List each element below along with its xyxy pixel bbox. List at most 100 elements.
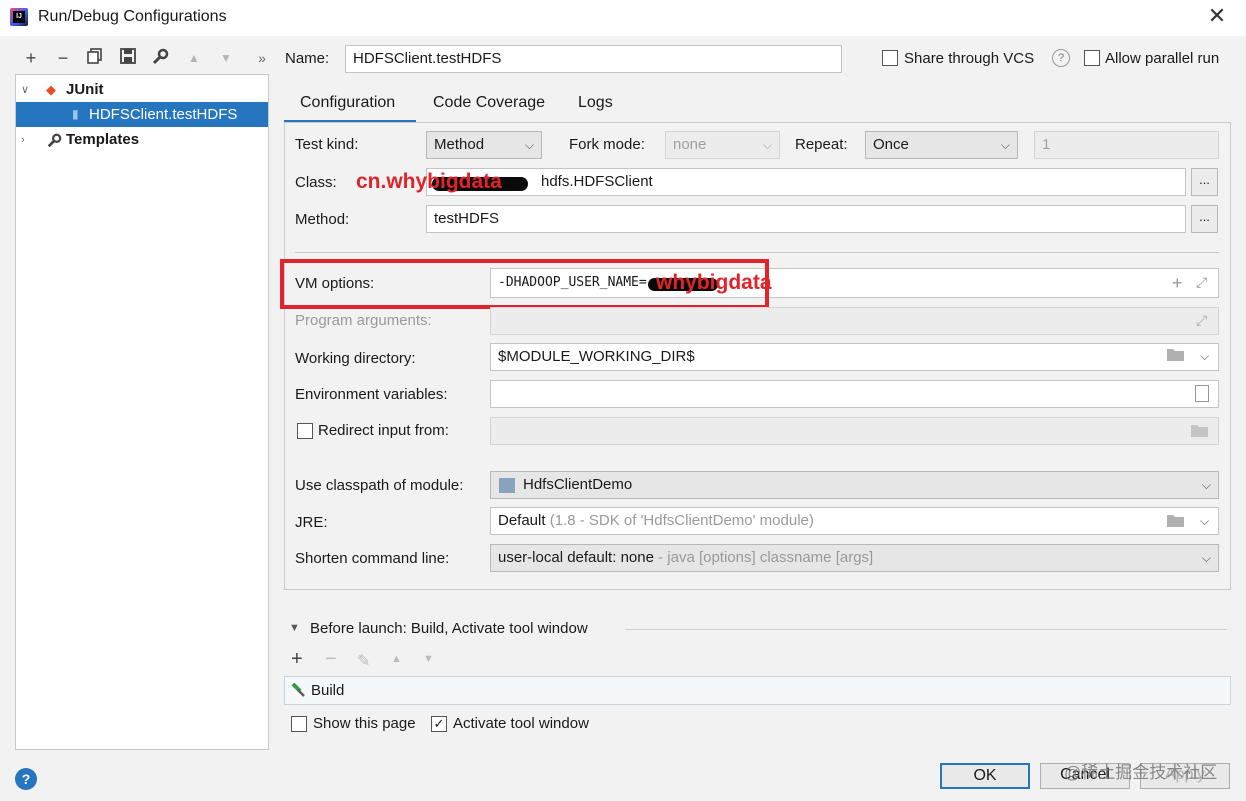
chevron-down-icon[interactable]: ⌵ (1200, 349, 1209, 364)
chevron-down-icon: ⌵ (524, 138, 534, 152)
repeat-select[interactable]: Once ⌵ (865, 131, 1018, 159)
test-kind-label: Test kind: (295, 136, 359, 153)
add-task-icon[interactable]: + (291, 648, 303, 671)
redirect-input-checkbox[interactable] (297, 423, 313, 439)
remove-task-icon[interactable]: − (325, 648, 337, 671)
move-down-icon[interactable]: ▼ (423, 653, 434, 665)
name-field[interactable]: HDFSClient.testHDFS (345, 45, 842, 73)
folder-icon[interactable] (1166, 513, 1185, 528)
share-vcs-checkbox[interactable] (882, 50, 898, 66)
intellij-app-icon: IJ (10, 8, 28, 26)
class-label: Class: (295, 174, 337, 191)
save-icon[interactable] (118, 48, 138, 68)
program-arguments-field[interactable] (490, 307, 1219, 335)
browse-class-button[interactable]: ... (1191, 168, 1218, 196)
tree-item-hdfsclient[interactable]: ▮ HDFSClient.testHDFS (16, 102, 268, 127)
hammer-icon (288, 681, 306, 699)
chevron-down-icon: ⌵ (1201, 478, 1211, 492)
tree-item-templates[interactable]: › Templates (16, 127, 268, 152)
edit-task-icon[interactable]: ✎ (357, 651, 370, 671)
folder-icon[interactable] (1190, 423, 1209, 438)
activate-tool-window-label: Activate tool window (453, 715, 589, 732)
tree-label-hdfsclient: HDFSClient.testHDFS (89, 106, 238, 123)
classpath-module-select[interactable]: HdfsClientDemo ⌵ (490, 471, 1219, 499)
allow-parallel-label: Allow parallel run (1105, 50, 1220, 67)
test-method-icon: ▮ (72, 107, 79, 121)
jre-field[interactable]: Default (1.8 - SDK of 'HdfsClientDemo' m… (490, 507, 1219, 535)
class-field[interactable]: hdfs.HDFSClient (426, 168, 1186, 196)
expand-icon[interactable]: ⤢ (1196, 274, 1207, 291)
tab-logs[interactable]: Logs (578, 94, 613, 112)
document-icon[interactable] (1195, 385, 1209, 402)
working-directory-field[interactable]: $MODULE_WORKING_DIR$ (490, 343, 1219, 371)
task-list[interactable] (284, 676, 1231, 705)
environment-variables-label: Environment variables: (295, 386, 448, 403)
before-launch-title: Before launch: Build, Activate tool wind… (310, 620, 588, 637)
redirect-input-label: Redirect input from: (318, 422, 449, 439)
wrench-icon (46, 132, 62, 157)
tab-configuration[interactable]: Configuration (300, 94, 395, 112)
shorten-command-select[interactable]: user-local default: none - java [options… (490, 544, 1219, 572)
module-value: HdfsClientDemo (523, 476, 633, 493)
chevron-down-icon[interactable]: ⌵ (1200, 514, 1209, 529)
test-kind-select[interactable]: Method ⌵ (426, 131, 542, 159)
watermark: @稀土掘金技术社区 (1064, 763, 1218, 782)
test-kind-value: Method (434, 136, 485, 153)
repeat-label: Repeat: (795, 136, 848, 153)
repeat-value: Once (873, 136, 909, 153)
shorten-value: user-local default: none (498, 549, 654, 566)
activate-tool-window-checkbox[interactable]: ✓ (431, 716, 447, 732)
jre-hint: (1.8 - SDK of 'HdfsClientDemo' module) (549, 512, 814, 529)
divider (625, 629, 1227, 630)
move-up-icon[interactable]: ▲ (391, 653, 402, 665)
jre-label: JRE: (295, 514, 328, 531)
program-arguments-label: Program arguments: (295, 312, 432, 329)
show-page-label: Show this page (313, 715, 416, 732)
collapse-arrow-icon[interactable]: ▼ (289, 622, 300, 634)
chevron-right-icon[interactable]: › (21, 128, 25, 153)
task-build[interactable]: Build (311, 682, 344, 699)
shorten-command-label: Shorten command line: (295, 550, 450, 567)
tree-label-junit: JUnit (66, 81, 104, 98)
help-button[interactable]: ? (15, 768, 37, 790)
add-icon[interactable]: + (21, 48, 41, 68)
copy-icon[interactable] (85, 48, 105, 68)
move-down-icon[interactable]: ▼ (216, 48, 236, 68)
tree-label-templates: Templates (66, 131, 140, 148)
divider (295, 252, 1219, 253)
chevron-down-icon: ⌵ (762, 138, 772, 152)
name-label: Name: (285, 50, 330, 67)
browse-method-button[interactable]: ... (1191, 205, 1218, 233)
move-up-icon[interactable]: ▲ (184, 48, 204, 68)
class-annotation: cn.whybigdata (356, 170, 502, 193)
chevron-down-icon: ⌵ (1000, 138, 1010, 152)
working-directory-label: Working directory: (295, 350, 416, 367)
chevron-down-icon: ⌵ (1201, 551, 1211, 565)
tree-item-junit[interactable]: ∨ ◆ JUnit (16, 77, 268, 102)
fork-mode-select[interactable]: none ⌵ (665, 131, 780, 159)
remove-icon[interactable]: − (53, 48, 73, 68)
tab-code-coverage[interactable]: Code Coverage (433, 94, 545, 112)
method-label: Method: (295, 211, 350, 228)
show-page-checkbox[interactable] (291, 716, 307, 732)
method-field[interactable]: testHDFS (426, 205, 1186, 233)
junit-icon: ◆ (46, 82, 56, 97)
fork-mode-value: none (673, 136, 707, 153)
help-icon[interactable]: ? (1052, 49, 1070, 67)
redirect-input-field[interactable] (490, 417, 1219, 445)
expand-icon[interactable]: ⤢ (1196, 312, 1207, 329)
plus-icon[interactable]: + (1172, 273, 1183, 294)
environment-variables-field[interactable] (490, 380, 1219, 408)
allow-parallel-checkbox[interactable] (1084, 50, 1100, 66)
jre-value: Default (498, 512, 546, 529)
repeat-count-field[interactable]: 1 (1034, 131, 1219, 159)
more-icon[interactable]: » (252, 48, 272, 68)
wrench-icon[interactable] (150, 48, 170, 68)
configuration-tree[interactable]: ∨ ◆ JUnit ▮ HDFSClient.testHDFS › Templa… (15, 74, 269, 750)
folder-icon[interactable] (1166, 347, 1185, 362)
close-icon[interactable]: ✕ (1206, 4, 1228, 28)
shorten-hint: - java [options] classname [args] (653, 549, 874, 566)
chevron-down-icon[interactable]: ∨ (21, 78, 29, 103)
fork-mode-label: Fork mode: (569, 136, 645, 153)
ok-button[interactable]: OK (940, 763, 1030, 789)
